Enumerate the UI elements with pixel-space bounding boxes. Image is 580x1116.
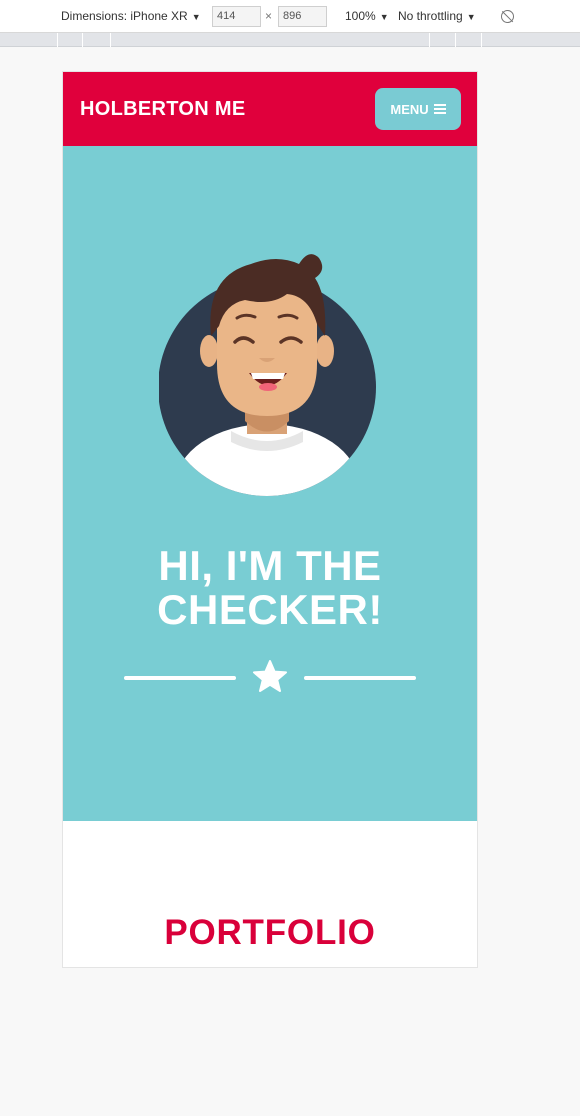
hamburger-icon [433,104,446,114]
throttling-select-label: No throttling [398,9,463,23]
hero-section: HI, I'M THE CHECKER! [63,146,477,821]
divider-line-right [304,676,416,680]
caret-down-icon: ▼ [379,12,389,22]
zoom-select[interactable]: 100% ▼ [345,9,389,23]
avatar [159,254,376,496]
menu-button[interactable]: MENU [375,88,461,130]
brand-logo[interactable]: HOLBERTON ME [80,98,245,121]
divider-line-left [124,676,236,680]
portfolio-section: PORTFOLIO [63,821,477,967]
caret-down-icon: ▼ [466,12,476,22]
star-icon [253,660,287,692]
rotate-icon[interactable] [501,10,514,23]
devtools-toolbar: Dimensions: iPhone XR ▼ 414 × 896 100% ▼ N… [0,0,580,33]
navbar: HOLBERTON ME MENU [63,72,477,146]
device-select[interactable]: Dimensions: iPhone XR ▼ [61,9,201,23]
width-input[interactable]: 414 [212,6,261,27]
device-select-label: Dimensions: iPhone XR [61,9,188,23]
ruler-tick [429,33,430,47]
portfolio-title: PORTFOLIO [164,913,376,952]
caret-down-icon: ▼ [191,12,201,22]
device-viewport: HOLBERTON ME MENU HI, I'M THE CHECKER! P… [62,71,478,968]
ruler-tick [455,33,456,47]
hero-title: HI, I'M THE CHECKER! [157,542,383,633]
menu-button-label: MENU [390,101,429,117]
ruler-tick [481,33,482,47]
dimension-separator: × [265,9,273,23]
ruler-tick [82,33,83,47]
media-query-ruler[interactable] [0,33,580,47]
throttling-select[interactable]: No throttling ▼ [398,9,476,23]
ruler-tick [57,33,58,47]
ruler-tick [110,33,111,47]
height-input[interactable]: 896 [278,6,327,27]
zoom-select-label: 100% [345,9,376,23]
